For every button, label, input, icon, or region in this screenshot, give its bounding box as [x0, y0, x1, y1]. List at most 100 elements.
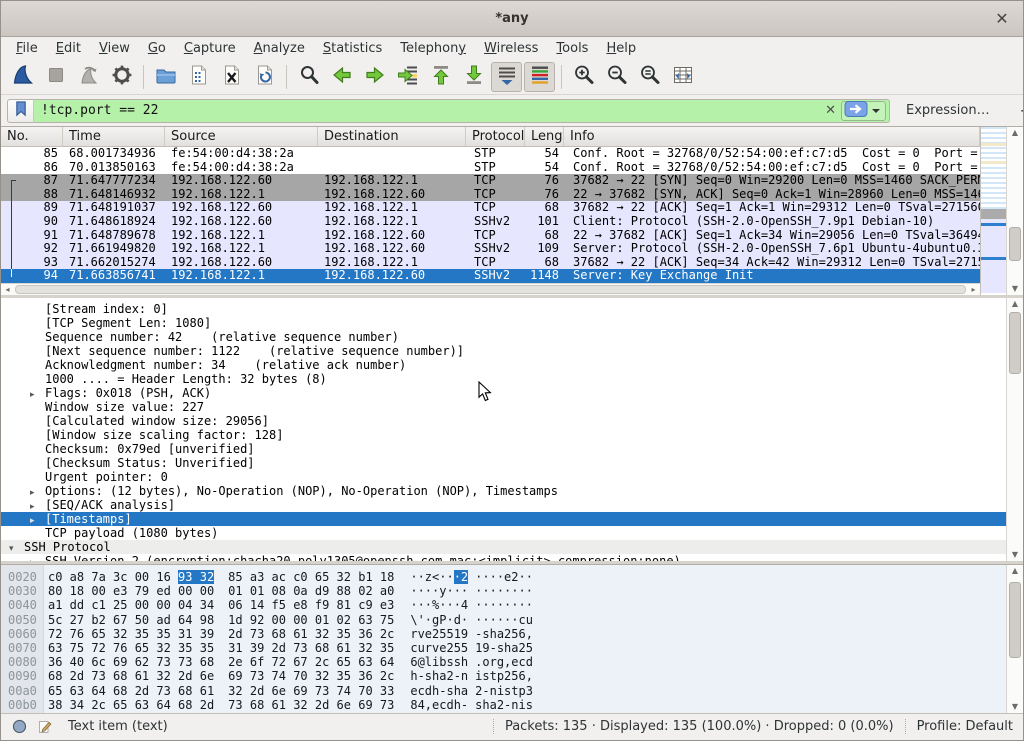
scroll-down-icon[interactable]: ▼ — [1007, 283, 1023, 295]
go-to-top-button[interactable] — [425, 62, 456, 92]
reload-file-button[interactable] — [249, 62, 280, 92]
save-file-button[interactable] — [183, 62, 214, 92]
display-filter-input[interactable]: !tcp.port == 22 ✕ — [34, 99, 890, 123]
capture-options-button[interactable] — [106, 62, 137, 92]
restart-capture-button[interactable] — [73, 62, 104, 92]
menu-item[interactable]: Edit — [47, 39, 90, 58]
vertical-scrollbar-thumb[interactable] — [1009, 312, 1021, 374]
menu-item[interactable]: Wireless — [475, 39, 547, 58]
expert-info-icon[interactable] — [11, 718, 28, 735]
detail-tree-item[interactable]: Window size value: 227 — [1, 400, 1006, 414]
filter-bookmark-button[interactable] — [7, 99, 34, 123]
expander-icon[interactable]: ▸ — [30, 556, 45, 561]
detail-tree-item[interactable]: Acknowledgment number: 34 (relative ack … — [1, 358, 1006, 372]
column-header-info[interactable]: Info — [564, 127, 980, 146]
detail-tree-item[interactable]: ▸[Timestamps] — [1, 512, 1006, 526]
hex-row[interactable]: 009068 2d 73 68 61 32 2d 6e69 73 74 70 3… — [1, 669, 1006, 683]
detail-tree-item[interactable]: [TCP Segment Len: 1080] — [1, 316, 1006, 330]
menu-item[interactable]: Analyze — [245, 39, 314, 58]
detail-tree-item[interactable]: ▸[SEQ/ACK analysis] — [1, 498, 1006, 512]
go-back-button[interactable] — [326, 62, 357, 92]
column-header-no[interactable]: No. — [1, 127, 63, 146]
detail-tree-item[interactable]: ▸Options: (12 bytes), No-Operation (NOP)… — [1, 484, 1006, 498]
expander-icon[interactable]: ▾ — [9, 542, 24, 556]
packet-row[interactable]: 86 70.013850163 fe:54:00:d4:38:2a STP 54… — [1, 161, 980, 175]
packet-list-horizontal-scrollbar[interactable]: ◂ ▸ — [1, 283, 980, 295]
scroll-down-icon[interactable]: ▼ — [1007, 701, 1023, 713]
detail-tree-item[interactable]: ▸Flags: 0x018 (PSH, ACK) — [1, 386, 1006, 400]
open-file-button[interactable] — [150, 62, 181, 92]
auto-scroll-button[interactable] — [491, 62, 522, 92]
column-header-protocol[interactable]: Protocol — [466, 127, 525, 146]
go-forward-button[interactable] — [359, 62, 390, 92]
scroll-down-icon[interactable]: ▼ — [1007, 549, 1023, 561]
column-header-source[interactable]: Source — [165, 127, 318, 146]
detail-tree-item[interactable]: TCP payload (1080 bytes) — [1, 526, 1006, 540]
detail-tree-item[interactable]: ▾SSH Protocol — [1, 540, 1006, 554]
go-to-packet-button[interactable] — [392, 62, 423, 92]
menu-item[interactable]: File — [7, 39, 47, 58]
zoom-reset-button[interactable] — [634, 62, 665, 92]
scroll-up-icon[interactable]: ▲ — [1007, 298, 1023, 310]
filter-apply-icon[interactable] — [844, 100, 868, 122]
scroll-up-icon[interactable]: ▲ — [1007, 127, 1023, 139]
hex-row[interactable]: 0020c0 a8 7a 3c 00 16 93 3285 a3 ac c0 6… — [1, 570, 1006, 584]
vertical-scrollbar-thumb[interactable] — [1009, 582, 1021, 658]
hex-row[interactable]: 00505c 27 b2 67 50 ad 64 981d 92 00 00 0… — [1, 613, 1006, 627]
detail-tree-item[interactable]: [Checksum Status: Unverified] — [1, 456, 1006, 470]
packet-row[interactable]: 89 71.648191037 192.168.122.60 192.168.1… — [1, 201, 980, 215]
detail-tree-item[interactable]: Checksum: 0x79ed [unverified] — [1, 442, 1006, 456]
detail-tree-item[interactable]: Sequence number: 42 (relative sequence n… — [1, 330, 1006, 344]
colorize-button[interactable] — [524, 62, 555, 92]
close-file-button[interactable] — [216, 62, 247, 92]
menu-item[interactable]: Help — [597, 39, 645, 58]
menu-item[interactable]: Statistics — [314, 39, 391, 58]
stop-capture-button[interactable] — [40, 62, 71, 92]
horizontal-scrollbar-thumb[interactable] — [15, 285, 966, 294]
vertical-scrollbar-thumb[interactable] — [1009, 227, 1021, 261]
detail-tree-item[interactable]: [Stream index: 0] — [1, 302, 1006, 316]
detail-tree-item[interactable]: 1000 .... = Header Length: 32 bytes (8) — [1, 372, 1006, 386]
find-packet-button[interactable] — [293, 62, 324, 92]
hex-row[interactable]: 007063 75 72 76 65 32 35 3531 39 2d 73 6… — [1, 641, 1006, 655]
packet-row[interactable]: 85 68.001734936 fe:54:00:d4:38:2a STP 54… — [1, 147, 980, 161]
hex-row[interactable]: 00b038 34 2c 65 63 64 68 2d73 68 61 32 2… — [1, 698, 1006, 712]
detail-tree-item[interactable]: [Window size scaling factor: 128] — [1, 428, 1006, 442]
hex-row[interactable]: 008036 40 6c 69 62 73 73 682e 6f 72 67 2… — [1, 655, 1006, 669]
expression-button[interactable]: Expression… — [906, 103, 990, 118]
filter-add-button[interactable]: + — [1012, 101, 1024, 120]
intelligent-scrollbar-minimap[interactable] — [980, 127, 1006, 295]
packet-row[interactable]: 88 71.648146932 192.168.122.1 192.168.12… — [1, 188, 980, 202]
menu-item[interactable]: Tools — [547, 39, 597, 58]
hex-row[interactable]: 006072 76 65 32 35 35 31 392d 73 68 61 3… — [1, 627, 1006, 641]
detail-tree-item[interactable]: ▸SSH Version 2 (encryption:chacha20_poly… — [1, 554, 1006, 561]
hex-vertical-scrollbar[interactable]: ▲ ▼ — [1006, 565, 1023, 713]
menu-item[interactable]: Capture — [175, 39, 245, 58]
filter-history-dropdown-icon[interactable] — [872, 109, 880, 117]
menu-item[interactable]: View — [90, 39, 139, 58]
packet-row[interactable]: 90 71.648618924 192.168.122.60 192.168.1… — [1, 215, 980, 229]
zoom-out-button[interactable] — [601, 62, 632, 92]
close-icon[interactable]: ✕ — [991, 8, 1013, 30]
scroll-up-icon[interactable]: ▲ — [1007, 565, 1023, 577]
packet-list-vertical-scrollbar[interactable]: ▲ ▼ — [1006, 127, 1023, 295]
scroll-left-icon[interactable]: ◂ — [1, 284, 14, 295]
menu-item[interactable]: Telephony — [391, 39, 475, 58]
detail-tree-item[interactable]: Urgent pointer: 0 — [1, 470, 1006, 484]
detail-tree-item[interactable]: [Next sequence number: 1122 (relative se… — [1, 344, 1006, 358]
details-vertical-scrollbar[interactable]: ▲ ▼ — [1006, 298, 1023, 561]
resize-columns-button[interactable] — [667, 62, 698, 92]
column-header-destination[interactable]: Destination — [318, 127, 466, 146]
hex-row[interactable]: 0040a1 dd c1 25 00 00 04 3406 14 f5 e8 f… — [1, 598, 1006, 612]
filter-clear-icon[interactable]: ✕ — [820, 103, 841, 118]
profile-selector[interactable]: Profile: Default — [917, 719, 1013, 734]
packet-row[interactable]: 93 71.662015274 192.168.122.60 192.168.1… — [1, 256, 980, 270]
hex-row[interactable]: 00a065 63 64 68 2d 73 68 6132 2d 6e 69 7… — [1, 684, 1006, 698]
scroll-right-icon[interactable]: ▸ — [967, 284, 980, 295]
go-to-bottom-button[interactable] — [458, 62, 489, 92]
menu-item[interactable]: Go — [139, 39, 175, 58]
column-header-time[interactable]: Time — [63, 127, 165, 146]
packet-row[interactable]: 94 71.663856741 192.168.122.1 192.168.12… — [1, 269, 980, 283]
hex-row[interactable]: 003080 18 00 e3 79 ed 00 0001 01 08 0a d… — [1, 584, 1006, 598]
packet-row[interactable]: 87 71.647777234 192.168.122.60 192.168.1… — [1, 174, 980, 188]
